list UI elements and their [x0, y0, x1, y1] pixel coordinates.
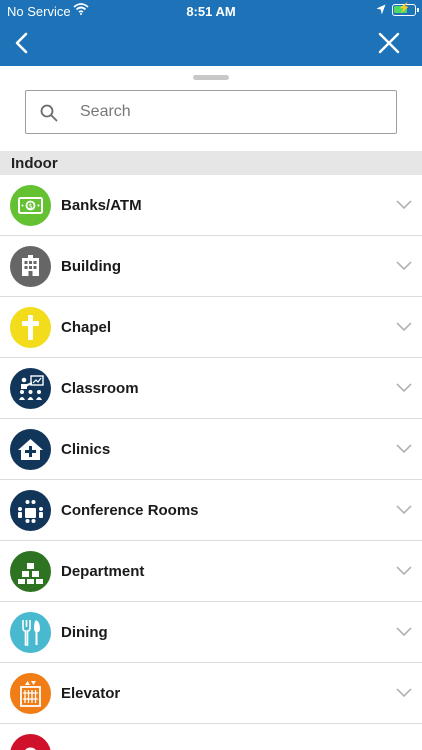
list-item-building[interactable]: Building: [0, 236, 422, 297]
list-item-label: Elevator: [61, 685, 121, 702]
classroom-icon: [10, 368, 51, 409]
battery-icon: ⚡: [392, 3, 419, 16]
elevator-icon: [10, 673, 51, 714]
list-item-clinics[interactable]: Clinics: [0, 419, 422, 480]
conference-icon: [10, 490, 51, 531]
dining-icon: [10, 612, 51, 653]
list-item-banks-atm[interactable]: $ Banks/ATM: [0, 175, 422, 236]
list-item-conference-rooms[interactable]: Conference Rooms: [0, 480, 422, 541]
status-bar: No Service 8:51 AM ⚡: [0, 0, 422, 22]
chevron-down-icon: [396, 627, 412, 637]
back-button[interactable]: [10, 30, 36, 56]
list-item-label: Banks/ATM: [61, 197, 142, 214]
list-item-label: Clinics: [61, 441, 111, 458]
list-item-label: Chapel: [61, 319, 112, 336]
top-bar: No Service 8:51 AM ⚡: [0, 0, 422, 66]
medical-icon: [10, 734, 51, 750]
list-item-label: Classroom: [61, 380, 139, 397]
category-list: $ Banks/ATM Building Chapel Classroom Cl…: [0, 175, 422, 750]
location-arrow-icon: [376, 4, 386, 15]
list-item-label: Dining: [61, 624, 108, 641]
list-item-elevator[interactable]: Elevator: [0, 663, 422, 724]
cross-icon: [10, 307, 51, 348]
close-button[interactable]: [376, 30, 402, 56]
sheet-grabber[interactable]: [193, 75, 229, 80]
list-item-label: Conference Rooms: [61, 502, 199, 519]
list-item-label: Building: [61, 258, 121, 275]
chevron-down-icon: [396, 261, 412, 271]
list-item-chapel[interactable]: Chapel: [0, 297, 422, 358]
svg-text:$: $: [28, 202, 32, 210]
search-icon: [40, 104, 58, 122]
chevron-down-icon: [396, 444, 412, 454]
list-item-dining[interactable]: Dining: [0, 602, 422, 663]
list-item-department[interactable]: Department: [0, 541, 422, 602]
chevron-down-icon: [396, 505, 412, 515]
section-title: Indoor: [11, 155, 58, 172]
search-input[interactable]: [80, 99, 380, 125]
chevron-down-icon: [396, 200, 412, 210]
clock-label: 8:51 AM: [186, 4, 236, 19]
building-icon: [10, 246, 51, 287]
section-header: Indoor: [0, 151, 422, 175]
chevron-down-icon: [396, 383, 412, 393]
chevron-down-icon: [396, 566, 412, 576]
list-item-partial[interactable]: [0, 724, 422, 750]
chevron-down-icon: [396, 688, 412, 698]
department-icon: [10, 551, 51, 592]
list-item-label: Department: [61, 563, 145, 580]
chevron-down-icon: [396, 322, 412, 332]
list-item-classroom[interactable]: Classroom: [0, 358, 422, 419]
clinic-icon: [10, 429, 51, 470]
search-box[interactable]: [25, 90, 397, 134]
money-icon: $: [10, 185, 51, 226]
